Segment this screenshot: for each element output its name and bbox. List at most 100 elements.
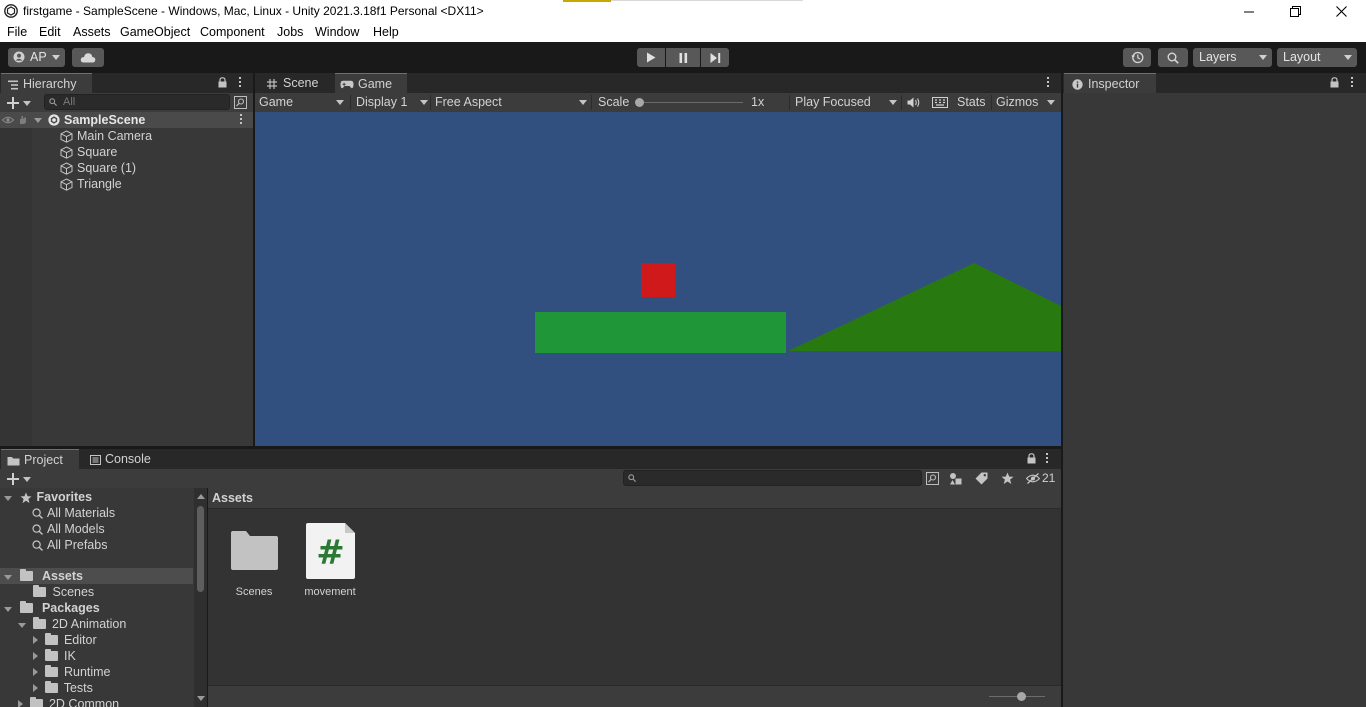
title-accent-line — [611, 0, 803, 1]
lock-icon[interactable] — [218, 77, 227, 88]
icon-size-slider-thumb[interactable] — [1017, 692, 1026, 701]
scene-menu-icon[interactable] — [237, 114, 245, 126]
tree-folder-item[interactable]: Tests — [33, 680, 93, 696]
project-search-input[interactable] — [623, 470, 922, 486]
scroll-down-icon[interactable] — [197, 696, 205, 701]
tree-favorites[interactable]: Favorites — [4, 489, 92, 505]
separator — [350, 95, 351, 110]
play-icon — [647, 52, 656, 63]
hierarchy-item-square[interactable]: Square — [60, 144, 117, 160]
close-button[interactable] — [1318, 0, 1364, 23]
tab-project[interactable]: Project — [1, 449, 79, 469]
aspect-dropdown[interactable]: Free Aspect — [435, 93, 591, 112]
gizmos-dropdown[interactable]: Gizmos — [996, 93, 1056, 112]
pause-button[interactable] — [666, 48, 700, 67]
gameobject-cube-icon — [60, 178, 73, 191]
divider[interactable] — [253, 73, 255, 447]
create-button[interactable] — [5, 95, 35, 110]
tree-folder-item[interactable]: IK — [33, 648, 76, 664]
favorite-label: All Models — [47, 522, 105, 536]
menu-help[interactable]: Help — [373, 25, 399, 39]
menu-gameobject[interactable]: GameObject — [120, 25, 190, 39]
mute-audio-button[interactable] — [905, 93, 923, 112]
pickable-hand-icon[interactable] — [18, 115, 28, 125]
tree-folder-item[interactable]: Runtime — [33, 664, 111, 680]
hierarchy-search-input[interactable]: All — [44, 94, 230, 110]
tab-hierarchy[interactable]: Hierarchy — [1, 73, 92, 93]
menu-window[interactable]: Window — [315, 25, 359, 39]
scale-slider-thumb[interactable] — [635, 98, 644, 107]
tree-folder-item[interactable]: Editor — [33, 632, 97, 648]
lock-icon[interactable] — [1330, 77, 1339, 88]
eye-icon[interactable] — [2, 116, 14, 124]
project-create-button[interactable] — [5, 471, 35, 486]
step-button[interactable] — [701, 48, 729, 67]
tree-package-2d-animation[interactable]: 2D Animation — [18, 616, 126, 632]
stats-button[interactable]: Stats — [957, 93, 986, 112]
layers-dropdown[interactable]: Layers — [1193, 48, 1272, 67]
tree-assets[interactable]: Assets — [0, 568, 193, 584]
search-button[interactable] — [1158, 48, 1188, 67]
project-footer — [208, 685, 1061, 707]
account-dropdown[interactable]: AP — [8, 48, 65, 67]
favorite-label: All Prefabs — [47, 538, 108, 552]
view-mode-dropdown[interactable]: Game — [259, 93, 345, 112]
tree-scrollbar[interactable] — [194, 488, 207, 707]
tree-favorite-item[interactable]: All Prefabs — [32, 537, 107, 553]
play-button[interactable] — [637, 48, 665, 67]
asset-item-scenes[interactable]: Scenes — [224, 522, 284, 602]
tree-favorite-item[interactable]: All Models — [32, 521, 105, 537]
scroll-thumb[interactable] — [197, 506, 204, 592]
view-menu-icon[interactable] — [1044, 77, 1052, 89]
hierarchy-icon — [8, 80, 18, 90]
keyboard-shortcuts-button[interactable] — [930, 93, 952, 112]
tree-packages[interactable]: Packages — [4, 600, 100, 616]
hierarchy-item-main-camera[interactable]: Main Camera — [60, 128, 152, 144]
tab-scene[interactable]: Scene — [259, 73, 333, 93]
lock-icon[interactable] — [1027, 453, 1036, 464]
restore-button[interactable] — [1272, 0, 1318, 23]
tree-folder-item[interactable]: Scenes — [33, 584, 94, 600]
tab-console[interactable]: Console — [82, 449, 162, 469]
asset-item-movement[interactable]: # movement — [300, 522, 360, 602]
hierarchy-menu-icon[interactable] — [236, 77, 244, 89]
cloud-button[interactable] — [72, 48, 104, 67]
play-mode-dropdown[interactable]: Play Focused — [795, 93, 901, 112]
visibility-gutter — [0, 112, 32, 447]
filter-by-type-icon[interactable] — [949, 472, 962, 485]
tree-package-2d-common[interactable]: 2D Common — [18, 696, 119, 707]
breadcrumb-assets[interactable]: Assets — [212, 491, 253, 505]
hierarchy-item-triangle[interactable]: Triangle — [60, 176, 122, 192]
undo-history-button[interactable] — [1123, 48, 1151, 67]
minimize-button[interactable] — [1226, 0, 1272, 23]
scroll-up-icon[interactable] — [197, 494, 205, 499]
menu-file[interactable]: File — [7, 25, 27, 39]
menu-assets[interactable]: Assets — [73, 25, 111, 39]
layout-dropdown[interactable]: Layout — [1277, 48, 1357, 67]
divider[interactable] — [1061, 73, 1063, 707]
scale-slider-track[interactable] — [639, 102, 743, 103]
tab-inspector[interactable]: Inspector — [1064, 73, 1156, 93]
menu-edit[interactable]: Edit — [39, 25, 61, 39]
divider[interactable] — [0, 446, 1061, 449]
scene-search-icon[interactable] — [234, 96, 247, 109]
menu-jobs[interactable]: Jobs — [277, 25, 303, 39]
search-scope-icon[interactable] — [926, 472, 939, 485]
hierarchy-scene-row[interactable]: SampleScene — [0, 112, 253, 128]
project-menu-icon[interactable] — [1043, 453, 1051, 465]
hidden-packages-toggle[interactable]: 21 — [1022, 469, 1056, 488]
menu-component[interactable]: Component — [200, 25, 265, 39]
hierarchy-item-square-1[interactable]: Square (1) — [60, 160, 136, 176]
gameobject-cube-icon — [60, 130, 73, 143]
tab-game[interactable]: Game — [335, 73, 407, 93]
search-icon — [32, 524, 43, 536]
game-view-viewport[interactable] — [255, 112, 1061, 446]
scene-expand-icon[interactable] — [34, 118, 42, 123]
tree-favorite-item[interactable]: All Materials — [32, 505, 115, 521]
display-dropdown[interactable]: Display 1 — [356, 93, 430, 112]
gamepad-icon — [340, 81, 354, 89]
inspector-menu-icon[interactable] — [1348, 77, 1356, 89]
star-icon[interactable] — [1001, 472, 1014, 485]
filter-by-label-icon[interactable] — [975, 472, 988, 485]
scale-label: Scale — [598, 95, 630, 109]
